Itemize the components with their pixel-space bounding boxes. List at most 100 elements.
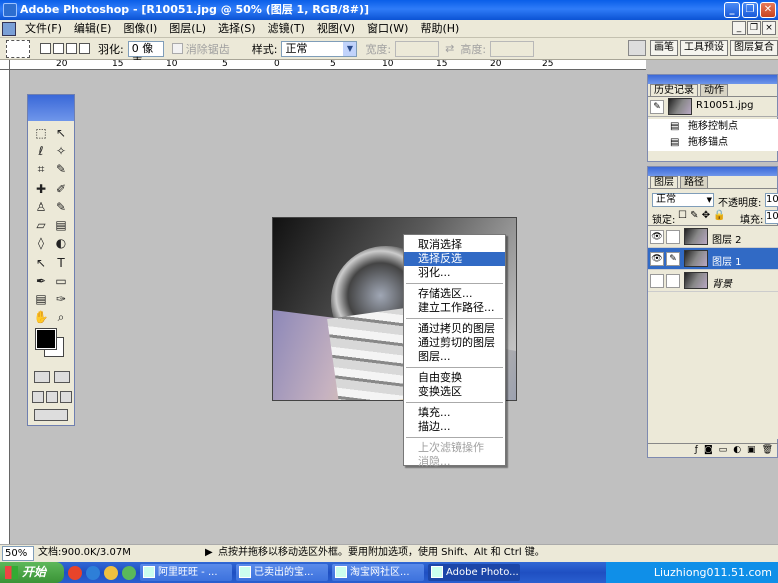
menu-save-selection[interactable]: 存储选区... [404, 287, 505, 301]
layers-panel-titlebar[interactable] [648, 167, 777, 176]
style-select[interactable]: 正常 ▼ [281, 40, 358, 57]
move-tool-icon[interactable]: ↖ [52, 125, 70, 141]
eye-icon[interactable]: 👁 [650, 252, 664, 266]
new-selection-icon[interactable] [40, 43, 51, 54]
tool-preset-picker[interactable] [6, 39, 30, 58]
doc-restore-button[interactable]: ❐ [747, 21, 761, 35]
tab-history[interactable]: 历史记录 [650, 84, 698, 96]
screen-mode-full-menu-icon[interactable] [46, 391, 58, 403]
brush-tool-icon[interactable]: ✐ [52, 181, 70, 197]
tab-tool-presets[interactable]: 工具预设 [680, 40, 728, 56]
history-snapshot[interactable]: ✎ R10051.jpg [648, 97, 778, 117]
link-icon[interactable] [666, 230, 680, 244]
marquee-tool-icon[interactable]: ⬚ [32, 125, 50, 141]
taskbar-button[interactable]: 已卖出的宝... [236, 564, 328, 581]
folder-icon[interactable]: ▭ [719, 444, 728, 457]
menu-view[interactable]: 视图(V) [311, 20, 361, 38]
menu-select-inverse[interactable]: 选择反选 [404, 252, 505, 266]
menu-filter[interactable]: 滤镜(T) [262, 20, 311, 38]
menu-help[interactable]: 帮助(H) [414, 20, 465, 38]
eye-icon[interactable] [650, 274, 664, 288]
menu-layer[interactable]: 图层(L) [163, 20, 212, 38]
history-panel-titlebar[interactable] [648, 75, 777, 84]
tab-brushes[interactable]: 画笔 [650, 40, 678, 56]
tab-paths[interactable]: 路径 [680, 176, 708, 188]
quicklaunch-icon[interactable] [86, 565, 100, 580]
healing-brush-tool-icon[interactable]: ✚ [32, 181, 50, 197]
menu-deselect[interactable]: 取消选择 [404, 238, 505, 252]
magic-wand-tool-icon[interactable]: ✧ [52, 143, 70, 159]
menu-transform-selection[interactable]: 变换选区 [404, 385, 505, 399]
new-layer-icon[interactable]: ▣ [747, 444, 756, 457]
quicklaunch-icon[interactable] [68, 565, 82, 580]
menu-stroke[interactable]: 描边... [404, 420, 505, 434]
menu-window[interactable]: 窗口(W) [361, 20, 414, 38]
adjustment-icon[interactable]: ◐ [733, 444, 741, 457]
mask-icon[interactable]: ◙ [704, 444, 713, 457]
menu-feather[interactable]: 羽化... [404, 266, 505, 280]
menu-image[interactable]: 图像(I) [117, 20, 163, 38]
zoom-tool-icon[interactable]: ⌕ [52, 309, 70, 325]
menu-layer-via-copy[interactable]: 通过拷贝的图层 [404, 322, 505, 336]
eye-icon[interactable]: 👁 [650, 230, 664, 244]
add-selection-icon[interactable] [53, 43, 64, 54]
fill-input[interactable]: 100 [765, 210, 778, 224]
type-tool-icon[interactable]: T [52, 255, 70, 271]
history-brush-source-icon[interactable]: ✎ [650, 100, 664, 114]
minimize-button[interactable]: _ [724, 2, 740, 18]
eyedropper-tool-icon[interactable]: ✑ [52, 291, 70, 307]
quicklaunch-icon[interactable] [104, 565, 118, 580]
foreground-color-swatch[interactable] [35, 328, 57, 350]
tab-layer-comps[interactable]: 图层复合 [730, 40, 778, 56]
clone-stamp-tool-icon[interactable]: ♙ [32, 199, 50, 215]
menu-new-layer[interactable]: 图层... [404, 350, 505, 364]
blend-mode-select[interactable]: 正常 ▼ [652, 193, 714, 207]
lock-icons[interactable]: ☐ ✎ ✥ 🔒 [678, 210, 726, 221]
menu-free-transform[interactable]: 自由变换 [404, 371, 505, 385]
document-icon[interactable] [2, 21, 16, 36]
screen-mode-full-icon[interactable] [60, 391, 72, 403]
antialias-checkbox[interactable] [171, 43, 183, 54]
path-selection-tool-icon[interactable]: ↖ [32, 255, 50, 271]
gradient-tool-icon[interactable]: ▤ [52, 217, 70, 233]
notes-tool-icon[interactable]: ▤ [32, 291, 50, 307]
lasso-tool-icon[interactable]: ℓ [32, 143, 50, 159]
close-button[interactable]: ✕ [760, 2, 776, 18]
brush-icon[interactable]: ✎ [666, 252, 680, 266]
subtract-selection-icon[interactable] [66, 43, 77, 54]
hand-tool-icon[interactable]: ✋ [32, 309, 50, 325]
standard-mode-icon[interactable] [34, 371, 50, 383]
quick-mask-mode-icon[interactable] [54, 371, 70, 383]
history-step[interactable]: ▤ 拖移锚点 [648, 135, 778, 151]
pen-tool-icon[interactable]: ✒ [32, 273, 50, 289]
tab-layers[interactable]: 图层 [650, 176, 678, 188]
link-icon[interactable] [666, 274, 680, 288]
doc-minimize-button[interactable]: _ [732, 21, 746, 35]
menu-make-work-path[interactable]: 建立工作路径... [404, 301, 505, 315]
layer-style-icon[interactable]: ƒ [695, 444, 698, 457]
menu-layer-via-cut[interactable]: 通过剪切的图层 [404, 336, 505, 350]
menu-select[interactable]: 选择(S) [212, 20, 262, 38]
dodge-tool-icon[interactable]: ◐ [52, 235, 70, 251]
layer-row[interactable]: 背景 [648, 270, 778, 292]
trash-icon[interactable]: 🗑 [762, 444, 773, 457]
feather-input[interactable]: 0 像素 [127, 40, 164, 69]
screen-mode-standard-icon[interactable] [32, 391, 44, 403]
crop-tool-icon[interactable]: ⌗ [32, 161, 50, 177]
opacity-input[interactable]: 100 [765, 193, 778, 207]
blur-tool-icon[interactable]: ◊ [32, 235, 50, 251]
doc-close-button[interactable]: × [762, 21, 776, 35]
quicklaunch-icon[interactable] [122, 565, 136, 580]
history-brush-tool-icon[interactable]: ✎ [52, 199, 70, 215]
zoom-input[interactable]: 50% [2, 546, 34, 561]
tab-actions[interactable]: 动作 [700, 84, 728, 96]
menu-fill[interactable]: 填充... [404, 406, 505, 420]
jump-to-imageready-icon[interactable] [34, 409, 68, 421]
arrow-right-icon[interactable]: ▶ [205, 545, 213, 561]
eraser-tool-icon[interactable]: ▱ [32, 217, 50, 233]
intersect-selection-icon[interactable] [79, 43, 90, 54]
restore-button[interactable]: ❐ [742, 2, 758, 18]
taskbar-button[interactable]: 淘宝网社区... [332, 564, 424, 581]
slice-tool-icon[interactable]: ✎ [52, 161, 70, 177]
taskbar-button[interactable]: Adobe Photo... [428, 564, 520, 581]
